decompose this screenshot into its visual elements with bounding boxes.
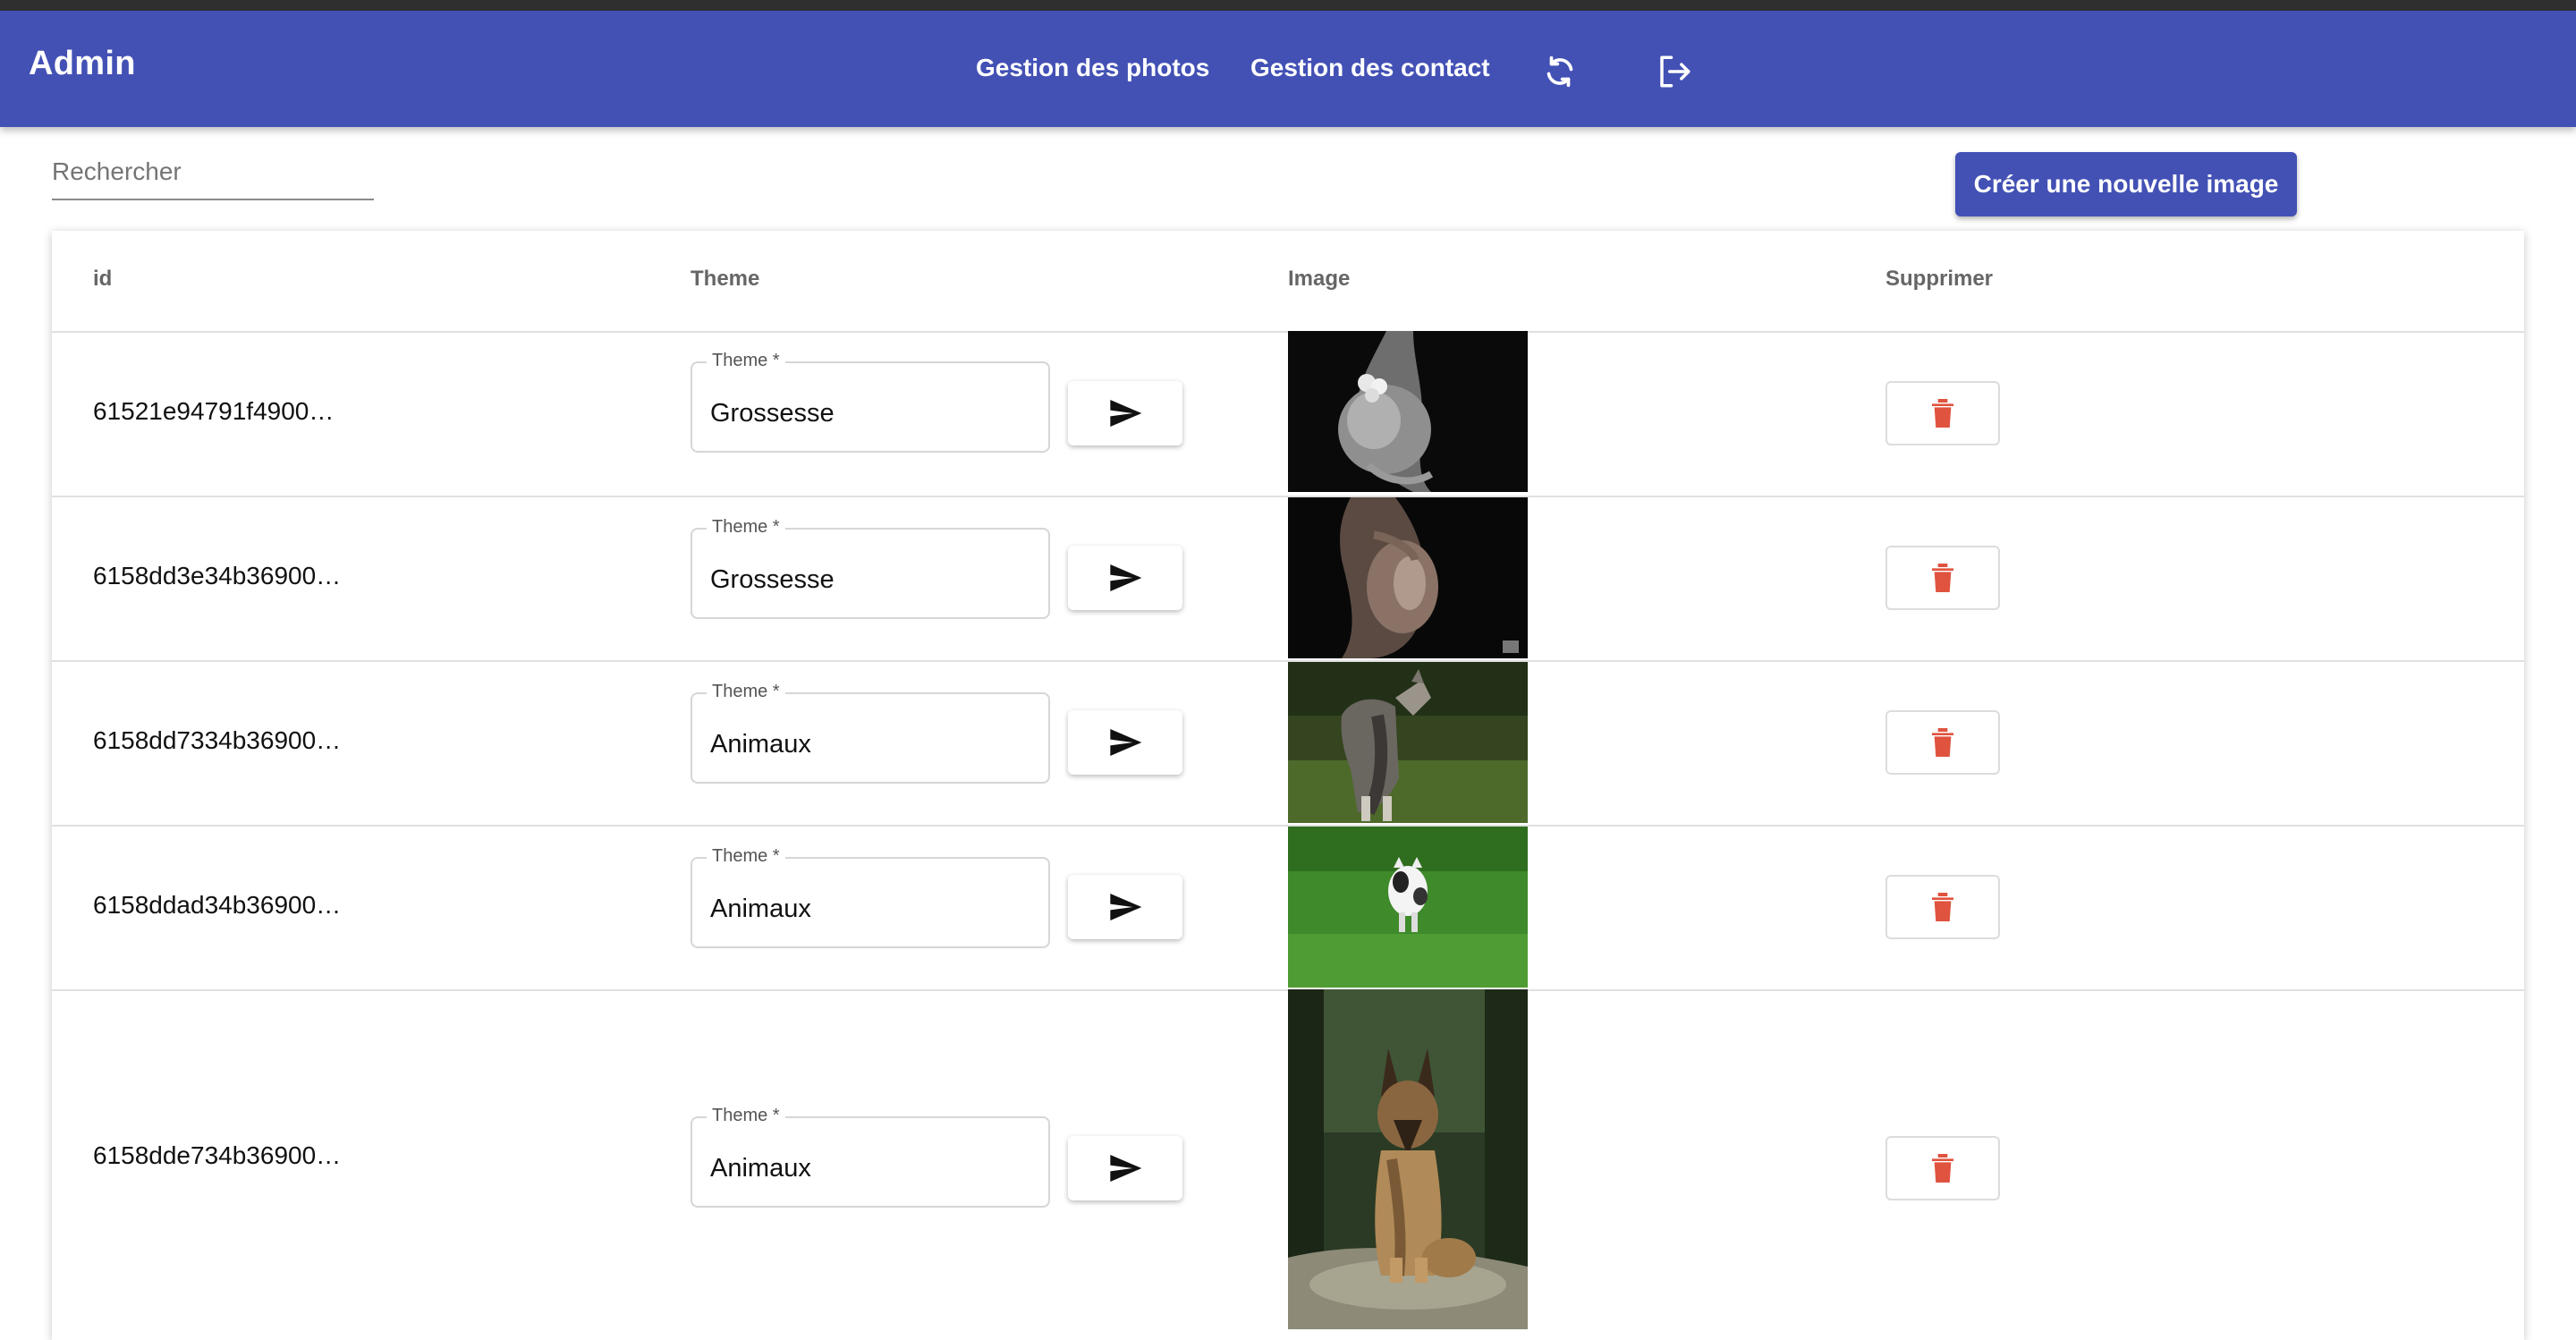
theme-field[interactable]: Theme * Grossesse	[691, 517, 1050, 619]
theme-field-value: Grossesse	[710, 565, 835, 594]
theme-field-label: Theme *	[707, 517, 785, 538]
app-title: Admin	[29, 45, 136, 82]
row-id: 61521e94791f4900…	[93, 397, 335, 425]
nav-photo-management[interactable]: Gestion des photos	[976, 54, 1209, 82]
photo-thumbnail	[1288, 989, 1528, 1329]
theme-field-value: Grossesse	[710, 399, 835, 428]
photos-table: id Theme Image Supprimer 61521e94791f490…	[52, 231, 2524, 1340]
photo-thumbnail	[1288, 331, 1528, 492]
row-id: 6158ddad34b36900…	[93, 891, 342, 919]
search-input[interactable]	[52, 152, 374, 191]
send-icon	[1110, 729, 1142, 756]
theme-field-value: Animaux	[710, 895, 811, 923]
refresh-icon[interactable]	[1538, 50, 1581, 93]
trash-icon	[1932, 728, 1953, 757]
app-bar: Admin Gestion des photos Gestion des con…	[0, 11, 2576, 127]
theme-field-label: Theme *	[707, 1106, 785, 1126]
delete-button[interactable]	[1885, 381, 2000, 445]
send-icon	[1110, 1155, 1142, 1182]
save-theme-button[interactable]	[1068, 875, 1182, 939]
send-icon	[1110, 894, 1142, 920]
search-field	[52, 152, 374, 200]
window-top-strip	[0, 0, 2576, 11]
theme-field-value: Animaux	[710, 1154, 811, 1183]
logout-icon[interactable]	[1653, 50, 1696, 93]
theme-field[interactable]: Theme * Animaux	[691, 846, 1050, 948]
send-icon	[1110, 564, 1142, 591]
table-row: 6158dd3e34b36900… Theme * Grossesse	[52, 496, 2524, 662]
table-row: 6158dd7334b36900… Theme * Animaux	[52, 660, 2524, 827]
theme-field[interactable]: Theme * Animaux	[691, 1106, 1050, 1208]
row-id: 6158dde734b36900…	[93, 1141, 342, 1169]
delete-button[interactable]	[1885, 546, 2000, 610]
trash-icon	[1932, 399, 1953, 428]
save-theme-button[interactable]	[1068, 381, 1182, 445]
row-id: 6158dd3e34b36900…	[93, 562, 342, 589]
column-header-theme: Theme	[691, 267, 760, 291]
column-header-delete: Supprimer	[1885, 267, 1994, 291]
photo-thumbnail	[1288, 497, 1528, 658]
table-row: 61521e94791f4900… Theme * Grossesse	[52, 331, 2524, 497]
table-header: id Theme Image Supprimer	[52, 231, 2524, 333]
trash-icon	[1932, 1154, 1953, 1183]
table-row: 6158ddad34b36900… Theme * Animaux	[52, 825, 2524, 991]
column-header-id: id	[93, 267, 113, 291]
theme-field-label: Theme *	[707, 682, 785, 702]
nav-contact-management[interactable]: Gestion des contact	[1250, 54, 1490, 82]
trash-icon	[1932, 564, 1953, 592]
row-id: 6158dd7334b36900…	[93, 726, 342, 754]
table-row: 6158dde734b36900… Theme * Animaux	[52, 989, 2524, 1340]
theme-field-label: Theme *	[707, 351, 785, 371]
delete-button[interactable]	[1885, 1136, 2000, 1200]
save-theme-button[interactable]	[1068, 710, 1182, 775]
column-header-image: Image	[1288, 267, 1351, 291]
save-theme-button[interactable]	[1068, 546, 1182, 610]
theme-field-value: Animaux	[710, 730, 811, 759]
save-theme-button[interactable]	[1068, 1136, 1182, 1200]
theme-field-label: Theme *	[707, 846, 785, 867]
photo-thumbnail	[1288, 827, 1528, 988]
theme-field[interactable]: Theme * Animaux	[691, 682, 1050, 784]
delete-button[interactable]	[1885, 710, 2000, 775]
photo-thumbnail	[1288, 662, 1528, 823]
theme-field[interactable]: Theme * Grossesse	[691, 351, 1050, 453]
trash-icon	[1932, 893, 1953, 921]
send-icon	[1110, 400, 1142, 427]
create-image-button[interactable]: Créer une nouvelle image	[1955, 152, 2297, 216]
delete-button[interactable]	[1885, 875, 2000, 939]
